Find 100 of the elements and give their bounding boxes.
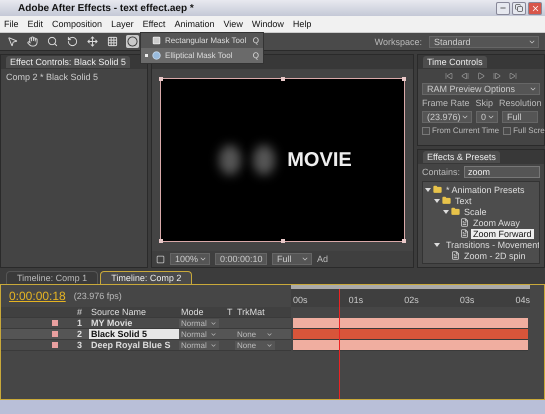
- move-icon[interactable]: [86, 35, 99, 48]
- next-frame-icon[interactable]: [493, 72, 501, 80]
- menu-item[interactable]: Animation: [174, 19, 214, 29]
- grid-icon[interactable]: [106, 35, 119, 48]
- column-header: T: [226, 307, 234, 317]
- pointer-icon[interactable]: [6, 35, 19, 48]
- layer-bar[interactable]: [293, 329, 528, 340]
- track-matte-dropdown[interactable]: None: [235, 340, 275, 350]
- ellipse-icon: [152, 51, 161, 60]
- checkbox[interactable]: [503, 126, 512, 134]
- tree-item[interactable]: Zoom Forward: [471, 228, 534, 238]
- workspace-label: Workspace:: [374, 36, 422, 46]
- mask-handle[interactable]: [281, 77, 285, 81]
- hand-icon[interactable]: [26, 35, 39, 48]
- menu-item[interactable]: View: [223, 19, 243, 29]
- tree-item[interactable]: Scale: [462, 206, 489, 216]
- menu-item[interactable]: Window: [252, 19, 284, 29]
- resolution-dropdown[interactable]: Full: [502, 111, 538, 123]
- timeline-tab[interactable]: Timeline: Comp 2: [100, 271, 192, 284]
- panel-tab[interactable]: Effects & Presets: [423, 151, 500, 163]
- blur-blob: [219, 145, 242, 175]
- viewer-option[interactable]: Ad: [317, 254, 328, 264]
- zoom-dropdown[interactable]: 100%: [170, 253, 210, 265]
- menu-item[interactable]: Layer: [111, 19, 134, 29]
- caret-icon: [487, 113, 495, 121]
- ruler-label: 00s: [293, 295, 308, 305]
- field-label: Frame Rate: [422, 98, 470, 108]
- layer-bar[interactable]: [293, 318, 528, 329]
- tree-item[interactable]: Zoom - 2D spin: [462, 250, 528, 260]
- frame-rate-dropdown[interactable]: (23.976): [422, 111, 472, 123]
- column-header: #: [76, 307, 84, 317]
- time-ruler[interactable]: 00s 01s 02s 03s 04s: [291, 285, 530, 307]
- mask-handle[interactable]: [402, 77, 406, 81]
- mask-handle[interactable]: [159, 77, 163, 81]
- layer-name[interactable]: Black Solid 5: [89, 329, 179, 339]
- caret-icon: [199, 255, 207, 263]
- zoom-icon[interactable]: [46, 35, 59, 48]
- preview-icon[interactable]: [156, 254, 165, 264]
- tree-item[interactable]: Text: [453, 196, 474, 206]
- menu-item[interactable]: Rectangular Mask Tool Q: [141, 33, 263, 48]
- play-icon[interactable]: [477, 72, 485, 80]
- tree-item[interactable]: * Animation Presets: [444, 184, 527, 194]
- workspace-dropdown[interactable]: Standard: [429, 36, 539, 48]
- preset-icon: [460, 229, 469, 238]
- minimize-button[interactable]: [496, 2, 510, 14]
- mode-dropdown[interactable]: Normal: [179, 340, 219, 350]
- rotate-icon[interactable]: [66, 35, 79, 48]
- layer-name[interactable]: MY Movie: [89, 318, 179, 328]
- window-title: Adobe After Effects - text effect.aep *: [18, 2, 194, 14]
- skip-dropdown[interactable]: 0: [476, 111, 498, 123]
- menu-item[interactable]: Elliptical Mask Tool Q: [141, 48, 263, 63]
- timecode-field[interactable]: 0:00:00:10: [215, 253, 267, 265]
- layer-bar[interactable]: [293, 340, 528, 351]
- search-label: Contains:: [422, 167, 460, 177]
- layer-number: 2: [76, 329, 84, 339]
- ellipse-icon[interactable]: [126, 35, 139, 48]
- field-label: Resolution: [499, 98, 542, 108]
- label-swatch[interactable]: [52, 342, 58, 348]
- current-time[interactable]: 0:00:00:18: [9, 289, 66, 303]
- mode-dropdown[interactable]: Normal: [179, 318, 219, 328]
- blur-blob: [253, 145, 276, 175]
- preset-icon: [460, 218, 469, 227]
- menu-item[interactable]: Effect: [142, 19, 166, 29]
- ruler-label: 04s: [515, 295, 530, 305]
- menu-item[interactable]: File: [4, 19, 19, 29]
- close-button[interactable]: [528, 2, 542, 14]
- previous-frame-icon[interactable]: [461, 72, 469, 80]
- menu-item[interactable]: Edit: [28, 19, 44, 29]
- layer-name[interactable]: Deep Royal Blue S: [89, 340, 179, 350]
- mask-handle[interactable]: [159, 239, 163, 243]
- column-header: TrkMat: [236, 307, 266, 317]
- menu-item[interactable]: Help: [292, 19, 312, 29]
- panel-tab[interactable]: Time Controls: [423, 56, 487, 68]
- layer-number: 3: [76, 340, 84, 350]
- preset-icon: [451, 251, 460, 260]
- mask-handle[interactable]: [402, 239, 406, 243]
- restore-icon: [515, 4, 523, 12]
- caret-icon: [529, 85, 537, 93]
- restore-button[interactable]: [512, 2, 526, 14]
- panel-tab[interactable]: Effect Controls: Black Solid 5: [6, 56, 130, 68]
- checkbox[interactable]: [422, 126, 430, 134]
- label-swatch[interactable]: [52, 320, 58, 326]
- last-frame-icon[interactable]: [509, 72, 517, 80]
- preview-options-dropdown[interactable]: RAM Preview Options: [422, 83, 540, 95]
- caret-icon: [461, 113, 469, 121]
- ruler-label: 03s: [460, 295, 474, 305]
- search-field[interactable]: zoom: [464, 166, 540, 178]
- ruler-label: 01s: [348, 295, 364, 305]
- menu-item[interactable]: Composition: [52, 19, 102, 29]
- layer-path: Comp 2 * Black Solid 5: [5, 71, 100, 84]
- disclosure-triangle-icon[interactable]: [434, 242, 440, 246]
- tree-item[interactable]: Zoom Away: [471, 218, 522, 228]
- folder-icon: [451, 207, 460, 216]
- folder-icon: [433, 185, 442, 194]
- timeline-tab[interactable]: Timeline: Comp 1: [6, 271, 98, 284]
- resolution-dropdown[interactable]: Full: [272, 253, 312, 265]
- mask-handle[interactable]: [281, 239, 285, 243]
- first-frame-icon[interactable]: [445, 72, 453, 80]
- frame-rate: (23.976 fps): [74, 291, 122, 301]
- label-swatch[interactable]: [52, 331, 58, 337]
